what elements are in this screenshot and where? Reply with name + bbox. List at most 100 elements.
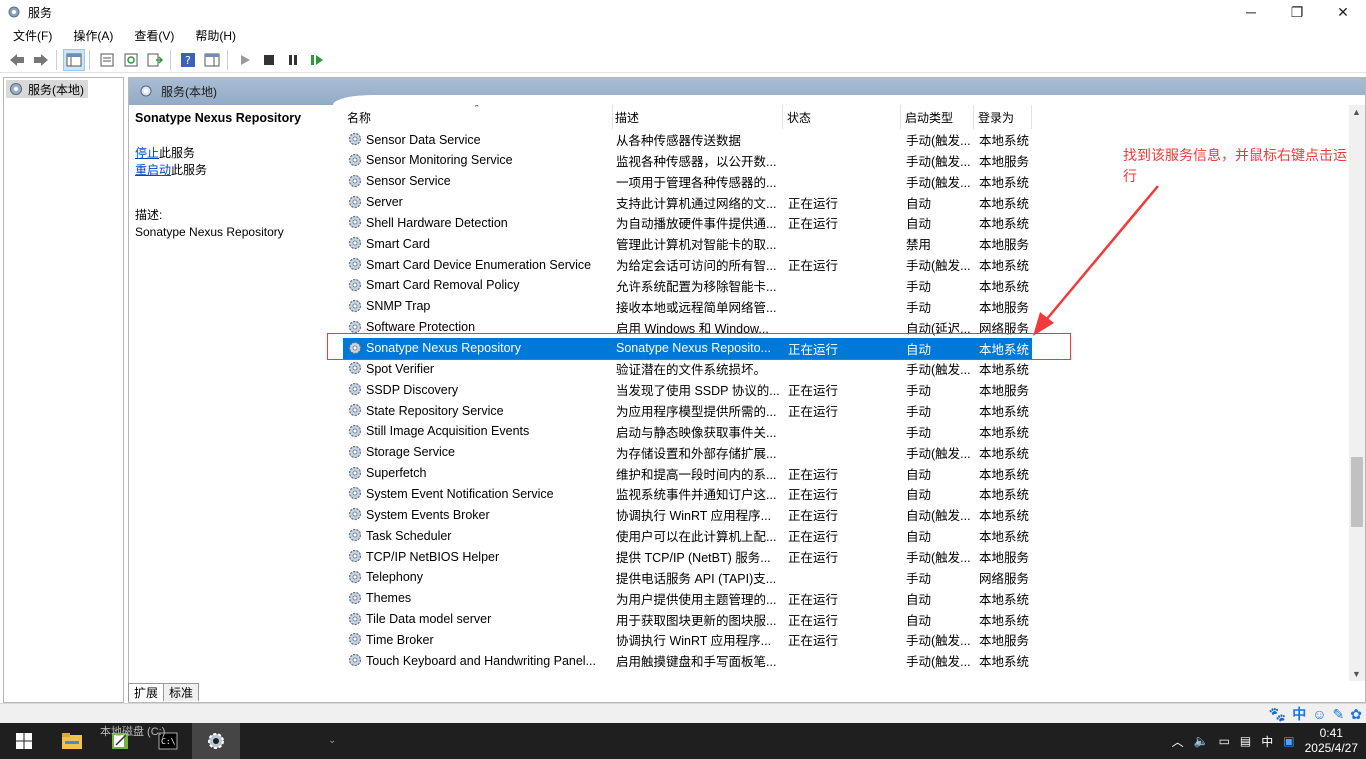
system-clock[interactable]: 0:41 2025/4/27 <box>1305 726 1358 756</box>
window-title: 服务 <box>28 5 53 20</box>
scroll-down-icon[interactable]: ▼ <box>1352 669 1361 679</box>
table-row[interactable]: Smart Card Device Enumeration Service 为给定… <box>339 254 1353 275</box>
column-header-logon[interactable]: 登录为 <box>974 105 1032 129</box>
cell-status: 正在运行 <box>788 509 839 524</box>
back-icon[interactable] <box>6 49 28 71</box>
services-app-button[interactable] <box>192 723 240 759</box>
close-button[interactable]: ✕ <box>1320 0 1366 24</box>
pen-icon[interactable]: ✎ <box>1333 706 1345 723</box>
column-header-desc[interactable]: 描述 <box>611 105 783 129</box>
toolbar: ? <box>0 47 1366 73</box>
table-row[interactable]: Storage Service 为存储设置和外部存储扩展... 手动(触发... 本地… <box>339 442 1353 463</box>
cell-name: Smart Card Removal Policy <box>366 278 520 293</box>
svg-text:C:\: C:\ <box>161 737 176 746</box>
header-wave-decoration <box>333 95 1365 105</box>
column-header-status[interactable]: 状态 <box>783 105 901 129</box>
forward-icon[interactable] <box>30 49 52 71</box>
table-row[interactable]: Still Image Acquisition Events 启动与静态映像获取事… <box>339 421 1353 442</box>
pause-service-icon[interactable] <box>282 49 304 71</box>
minimize-button[interactable]: ─ <box>1228 0 1274 24</box>
tab-extended[interactable]: 扩展 <box>128 683 165 701</box>
cell-status <box>788 567 898 588</box>
cell-desc: 为应用程序模型提供所需的... <box>616 405 777 420</box>
table-row[interactable]: Shell Hardware Detection 为自动播放硬件事件提供通... 正… <box>339 212 1353 233</box>
ime-mode[interactable]: 中 <box>1292 704 1306 724</box>
table-row[interactable]: Telephony 提供电话服务 API (TAPI)支... 手动 网络服务 <box>339 567 1353 588</box>
service-gear-icon <box>348 153 362 166</box>
console-tree-icon[interactable] <box>63 48 85 71</box>
table-row[interactable]: Smart Card Removal Policy 允许系统配置为移除智能卡...… <box>339 275 1353 296</box>
column-header-startup[interactable]: 启动类型 <box>901 105 974 129</box>
cell-status <box>788 358 898 379</box>
clock-time: 0:41 <box>1319 726 1343 740</box>
column-header-name[interactable]: 名称 ⌃ <box>343 105 613 129</box>
table-row[interactable]: TCP/IP NetBIOS Helper 提供 TCP/IP (NetBT) 服… <box>339 546 1353 567</box>
cell-startup: 自动 <box>906 217 932 232</box>
cell-status: 正在运行 <box>788 405 839 420</box>
help-icon[interactable]: ? <box>177 49 199 71</box>
service-gear-icon <box>348 237 362 250</box>
refresh-icon[interactable] <box>120 49 142 71</box>
menu-help[interactable]: 帮助(H) <box>182 27 244 44</box>
emoji-icon[interactable]: ☺ <box>1312 706 1326 722</box>
cell-startup: 手动 <box>906 384 932 399</box>
paw-icon[interactable]: 🐾 <box>1269 706 1286 723</box>
cell-name: SNMP Trap <box>366 299 431 314</box>
restart-service-icon[interactable] <box>306 49 328 71</box>
vertical-scrollbar[interactable]: ▲ ▼ <box>1349 105 1365 681</box>
menu-file[interactable]: 文件(F) <box>0 27 60 44</box>
service-gear-icon <box>348 195 362 208</box>
ime-app-icon[interactable]: ▣ <box>1283 734 1294 748</box>
cell-name: Task Scheduler <box>366 528 452 543</box>
column-name-label: 名称 <box>347 110 372 125</box>
stop-service-icon[interactable] <box>258 49 280 71</box>
menu-action[interactable]: 操作(A) <box>60 27 121 44</box>
cell-startup: 手动(触发... <box>906 655 971 670</box>
table-row[interactable]: Time Broker 协调执行 WinRT 应用程序... 正在运行 手动(触发..… <box>339 629 1353 650</box>
maximize-button[interactable]: ❐ <box>1274 0 1320 24</box>
table-row[interactable]: Tile Data model server 用于获取图块更新的图块服... 正在运… <box>339 609 1353 630</box>
scrollbar-thumb[interactable] <box>1351 457 1363 527</box>
cell-startup: 手动 <box>906 571 932 586</box>
show-hidden-icons-icon[interactable]: ︿ <box>1172 733 1184 750</box>
stop-service-link[interactable]: 停止 <box>135 146 159 160</box>
table-row[interactable]: SNMP Trap 接收本地或远程简单网络管... 手动 本地服务 <box>339 296 1353 317</box>
volume-icon[interactable]: 🔈 <box>1194 734 1209 748</box>
cell-desc: 维护和提高一段时间内的系... <box>616 467 777 482</box>
restart-service-link[interactable]: 重启动 <box>135 163 171 177</box>
table-row[interactable]: Touch Keyboard and Handwriting Panel... 启… <box>339 650 1353 671</box>
file-explorer-button[interactable] <box>48 723 96 759</box>
cell-status: 正在运行 <box>788 613 839 628</box>
cell-name: System Event Notification Service <box>366 486 554 501</box>
table-row[interactable]: SSDP Discovery 当发现了使用 SSDP 协议的... 正在运行 手动 本地… <box>339 379 1353 400</box>
start-service-icon[interactable] <box>234 49 256 71</box>
properties-icon[interactable] <box>96 49 118 71</box>
tab-standard[interactable]: 标准 <box>163 683 200 701</box>
action-center-icon[interactable]: ▤ <box>1240 734 1251 748</box>
service-detail-pane: Sonatype Nexus Repository 停止此服务 重启动此服务 描… <box>135 111 325 241</box>
cell-startup: 自动(触发... <box>906 509 971 524</box>
scroll-up-icon[interactable]: ▲ <box>1352 107 1361 117</box>
table-row[interactable]: Smart Card 管理此计算机对智能卡的取... 禁用 本地服务 <box>339 233 1353 254</box>
table-row[interactable]: System Events Broker 协调执行 WinRT 应用程序... 正在… <box>339 504 1353 525</box>
settings-icon[interactable]: ✿ <box>1350 706 1362 723</box>
start-button[interactable] <box>0 723 48 759</box>
export-list-icon[interactable] <box>144 49 166 71</box>
cell-startup: 手动(触发... <box>906 634 971 649</box>
table-row[interactable]: Server 支持此计算机通过网络的文... 正在运行 自动 本地系统 <box>339 192 1353 213</box>
table-row[interactable]: Superfetch 维护和提高一段时间内的系... 正在运行 自动 本地系统 <box>339 463 1353 484</box>
table-row[interactable]: Spot Verifier 验证潜在的文件系统损坏。 手动(触发... 本地系统 <box>339 358 1353 379</box>
table-row[interactable]: Task Scheduler 使用户可以在此计算机上配... 正在运行 自动 本地系统 <box>339 525 1353 546</box>
table-row[interactable]: System Event Notification Service 监视系统事件并… <box>339 483 1353 504</box>
taskbar: 本地磁盘 (C:) C:\ ⌄ ︿ 🔈 ▭ ▤ 中 ▣ 0:41 2025/4/… <box>0 723 1366 759</box>
cell-desc: 一项用于管理各种传感器的... <box>616 175 777 190</box>
network-icon[interactable]: ▭ <box>1219 734 1230 748</box>
table-row[interactable]: Themes 为用户提供使用主题管理的... 正在运行 自动 本地系统 <box>339 588 1353 609</box>
tray-ime-mode[interactable]: 中 <box>1261 733 1273 750</box>
show-hide-pane-icon[interactable] <box>201 49 223 71</box>
table-row[interactable]: State Repository Service 为应用程序模型提供所需的... 正… <box>339 400 1353 421</box>
cell-logon: 本地系统 <box>979 196 1030 211</box>
menu-view[interactable]: 查看(V) <box>121 27 182 44</box>
service-gear-icon <box>348 591 362 604</box>
tree-item-services-local[interactable]: 服务(本地) <box>6 80 88 98</box>
